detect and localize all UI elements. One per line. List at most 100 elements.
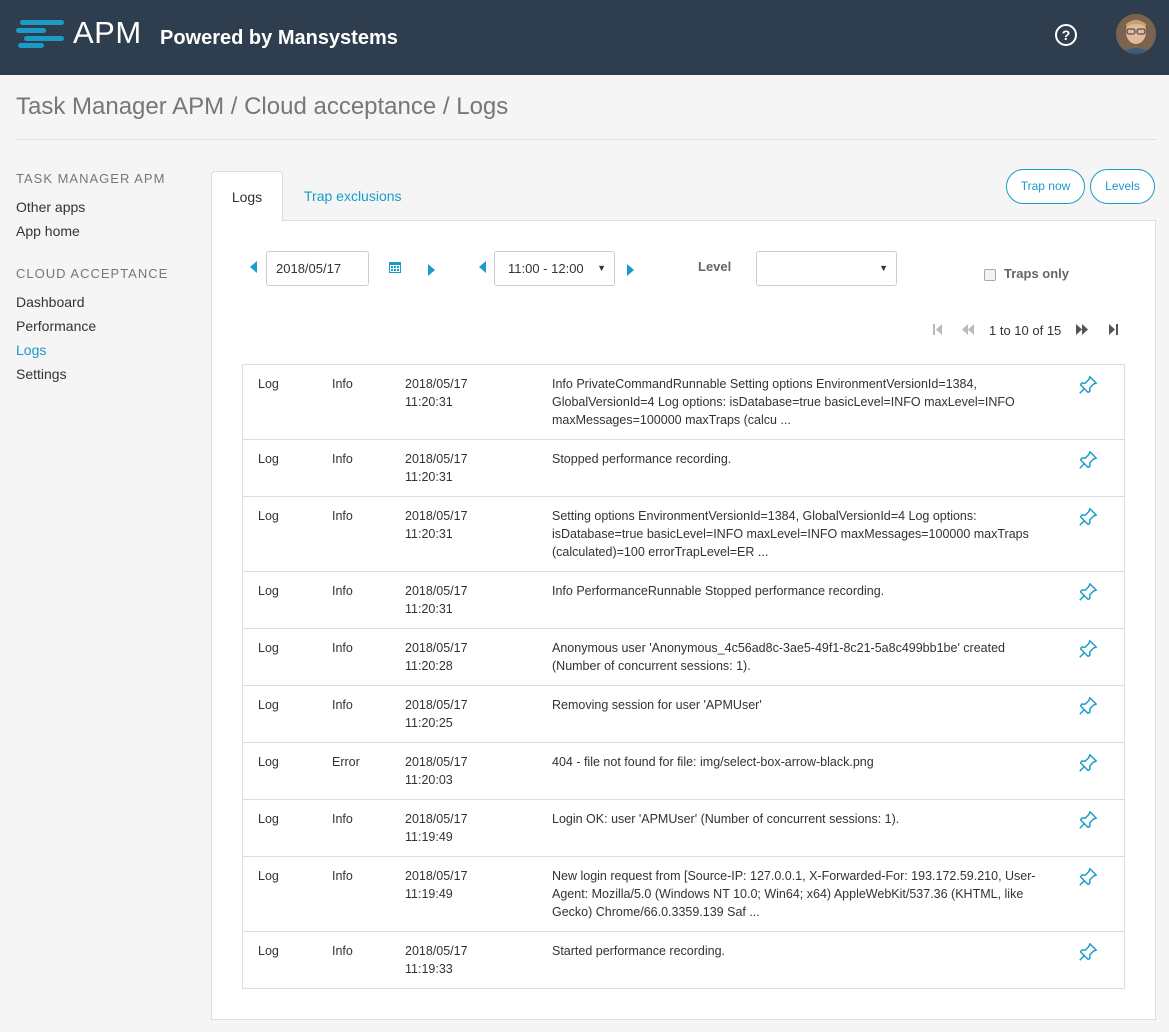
log-type: Log [258, 944, 279, 958]
tab-trap-exclusions[interactable]: Trap exclusions [304, 171, 402, 221]
log-date: 2018/05/17 [405, 377, 468, 391]
log-time: 11:20:31 [405, 470, 453, 484]
log-type: Log [258, 452, 279, 466]
log-level: Info [332, 944, 353, 958]
chevron-down-icon: ▼ [597, 263, 606, 273]
sidebar-section-task-manager: TASK MANAGER APM [16, 171, 166, 186]
log-level: Error [332, 755, 360, 769]
calendar-icon[interactable] [389, 261, 401, 273]
log-level: Info [332, 641, 353, 655]
logo-text: APM [73, 15, 142, 50]
log-time: 11:20:25 [405, 716, 453, 730]
date-input[interactable]: 2018/05/17 [266, 251, 369, 286]
log-timestamp: 2018/05/17 11:19:33 [405, 942, 495, 978]
previous-time-arrow-icon[interactable] [479, 261, 486, 273]
pin-icon[interactable] [1077, 449, 1099, 471]
log-message: Info PrivateCommandRunnable Setting opti… [552, 377, 1015, 427]
log-timestamp: 2018/05/17 11:20:31 [405, 375, 495, 411]
log-row[interactable]: Log Error 2018/05/17 11:20:03 404 - file not… [243, 743, 1124, 800]
log-level: Info [332, 584, 353, 598]
next-date-arrow-icon[interactable] [428, 264, 435, 276]
log-message: Login OK: user 'APMUser' (Number of conc… [552, 812, 900, 826]
log-date: 2018/05/17 [405, 812, 468, 826]
log-level: Info [332, 452, 353, 466]
log-message: Removing session for user 'APMUser' [552, 698, 762, 712]
next-page-icon[interactable] [1075, 324, 1089, 335]
log-row[interactable]: Log Info 2018/05/17 11:20:28 Anonymous user … [243, 629, 1124, 686]
traps-only-label: Traps only [1004, 266, 1070, 281]
sidebar-item-app-home[interactable]: App home [16, 223, 80, 239]
log-timestamp: 2018/05/17 11:20:03 [405, 753, 495, 789]
log-row[interactable]: Log Info 2018/05/17 11:19:49 New login reque… [243, 857, 1124, 932]
log-date: 2018/05/17 [405, 698, 468, 712]
log-message: Anonymous user 'Anonymous_4c56ad8c-3ae5-… [552, 641, 1005, 673]
log-message: Info PerformanceRunnable Stopped perform… [552, 584, 885, 598]
log-row[interactable]: Log Info 2018/05/17 11:20:31 Info PrivateCom… [243, 365, 1124, 440]
last-page-icon[interactable] [1108, 324, 1118, 335]
log-date: 2018/05/17 [405, 584, 468, 598]
log-message: Stopped performance recording. [552, 452, 732, 466]
log-time: 11:20:31 [405, 602, 453, 616]
pin-icon[interactable] [1077, 581, 1099, 603]
sidebar-item-performance[interactable]: Performance [16, 318, 96, 334]
log-date: 2018/05/17 [405, 755, 468, 769]
log-time: 11:19:33 [405, 962, 453, 976]
first-page-icon[interactable] [933, 324, 943, 335]
log-date: 2018/05/17 [405, 452, 468, 466]
log-time: 11:20:03 [405, 773, 453, 787]
pin-icon[interactable] [1077, 695, 1099, 717]
sidebar-section-cloud-acceptance: CLOUD ACCEPTANCE [16, 266, 169, 281]
pin-icon[interactable] [1077, 809, 1099, 831]
tab-logs[interactable]: Logs [211, 171, 283, 221]
log-type: Log [258, 377, 279, 391]
pin-icon[interactable] [1077, 506, 1099, 528]
avatar[interactable] [1116, 14, 1156, 54]
log-type: Log [258, 869, 279, 883]
previous-page-icon[interactable] [961, 324, 975, 335]
breadcrumb: Task Manager APM / Cloud acceptance / Lo… [16, 93, 509, 120]
log-type: Log [258, 641, 279, 655]
sidebar-item-settings[interactable]: Settings [16, 366, 67, 382]
log-message: New login request from [Source-IP: 127.0… [552, 869, 1036, 919]
traps-only-checkbox[interactable] [984, 269, 996, 281]
log-row[interactable]: Log Info 2018/05/17 11:19:49 Login OK: user … [243, 800, 1124, 857]
time-range-select[interactable]: 11:00 - 12:00 ▼ [494, 251, 615, 286]
log-timestamp: 2018/05/17 11:20:31 [405, 582, 495, 618]
pin-icon[interactable] [1077, 374, 1099, 396]
log-type: Log [258, 509, 279, 523]
pin-icon[interactable] [1077, 638, 1099, 660]
previous-date-arrow-icon[interactable] [250, 261, 257, 273]
log-timestamp: 2018/05/17 11:20:25 [405, 696, 495, 732]
levels-button[interactable]: Levels [1090, 169, 1155, 204]
next-time-arrow-icon[interactable] [627, 264, 634, 276]
sidebar-item-other-apps[interactable]: Other apps [16, 199, 85, 215]
log-row[interactable]: Log Info 2018/05/17 11:20:25 Removing sessio… [243, 686, 1124, 743]
level-select[interactable]: ▼ [756, 251, 897, 286]
log-timestamp: 2018/05/17 11:20:31 [405, 507, 495, 543]
log-row[interactable]: Log Info 2018/05/17 11:19:33 Started perform… [243, 932, 1124, 989]
log-level: Info [332, 509, 353, 523]
pin-icon[interactable] [1077, 941, 1099, 963]
log-row[interactable]: Log Info 2018/05/17 11:20:31 Setting options… [243, 497, 1124, 572]
sidebar-item-dashboard[interactable]: Dashboard [16, 294, 85, 310]
pin-icon[interactable] [1077, 752, 1099, 774]
log-timestamp: 2018/05/17 11:20:28 [405, 639, 495, 675]
pin-icon[interactable] [1077, 866, 1099, 888]
sidebar-item-logs[interactable]: Logs [16, 342, 46, 358]
log-type: Log [258, 698, 279, 712]
log-time: 11:19:49 [405, 830, 453, 844]
log-timestamp: 2018/05/17 11:19:49 [405, 867, 495, 903]
log-time: 11:20:31 [405, 527, 453, 541]
log-type: Log [258, 755, 279, 769]
date-value: 2018/05/17 [276, 261, 342, 276]
log-time: 11:20:31 [405, 395, 453, 409]
log-row[interactable]: Log Info 2018/05/17 11:20:31 Stopped perform… [243, 440, 1124, 497]
chevron-down-icon: ▼ [879, 263, 888, 273]
trap-now-button[interactable]: Trap now [1006, 169, 1085, 204]
pager-status: 1 to 10 of 15 [989, 323, 1062, 338]
log-date: 2018/05/17 [405, 944, 468, 958]
log-timestamp: 2018/05/17 11:19:49 [405, 810, 495, 846]
log-row[interactable]: Log Info 2018/05/17 11:20:31 Info Performanc… [243, 572, 1124, 629]
log-message: Setting options EnvironmentVersionId=138… [552, 509, 1029, 559]
help-icon[interactable]: ? [1055, 24, 1077, 46]
